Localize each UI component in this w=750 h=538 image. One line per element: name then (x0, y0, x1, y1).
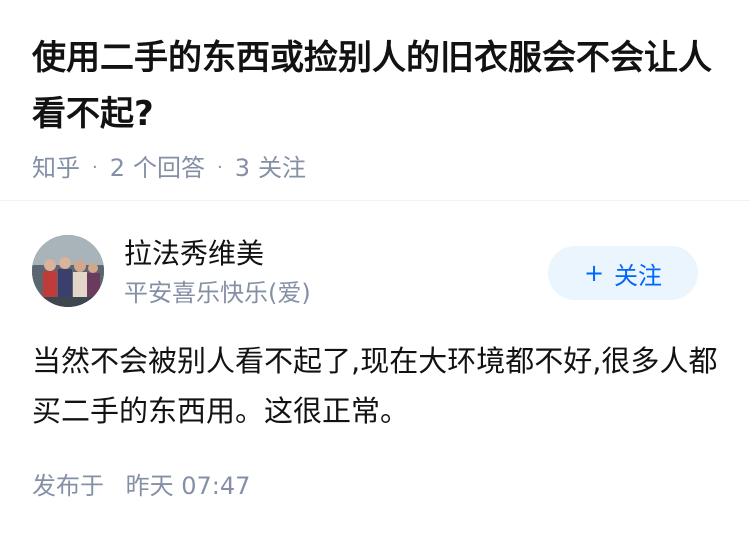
follow-count-label: 关注 (258, 154, 307, 182)
answer-count: 2 (109, 154, 126, 182)
follow-button-label: 关注 (614, 261, 663, 290)
divider (0, 200, 750, 201)
page: 使用二手的东西或捡别人的旧衣服会不会让人看不起? 知乎 · 2 个回答 · 3 … (0, 0, 750, 538)
question-title[interactable]: 使用二手的东西或捡别人的旧衣服会不会让人看不起? (32, 30, 722, 142)
separator-dot: · (92, 157, 98, 178)
follow-count: 3 (234, 154, 251, 182)
answer-content[interactable]: 当然不会被别人看不起了,现在大环境都不好,很多人都买二手的东西用。这很正常。 (32, 336, 718, 436)
published-label: 发布于 (32, 472, 104, 500)
question-meta: 知乎 · 2 个回答 · 3 关注 (32, 150, 722, 186)
answer-publish-info: 发布于 昨天 07:47 (32, 470, 250, 502)
author-name[interactable]: 拉法秀维美 (124, 235, 264, 273)
plus-icon: + (583, 259, 605, 287)
avatar-photo (32, 235, 104, 307)
published-time: 昨天 07:47 (125, 472, 251, 500)
question-header: 使用二手的东西或捡别人的旧衣服会不会让人看不起? 知乎 · 2 个回答 · 3 … (32, 30, 722, 186)
answer-count-label: 个回答 (133, 154, 206, 182)
separator-dot: · (217, 157, 223, 178)
follow-button[interactable]: + 关注 (548, 246, 698, 300)
answer-author-row: 拉法秀维美 平安喜乐快乐(爱) + 关注 (32, 235, 722, 307)
source-label[interactable]: 知乎 (32, 150, 80, 186)
author-bio: 平安喜乐快乐(爱) (124, 279, 311, 307)
avatar[interactable] (32, 235, 104, 307)
